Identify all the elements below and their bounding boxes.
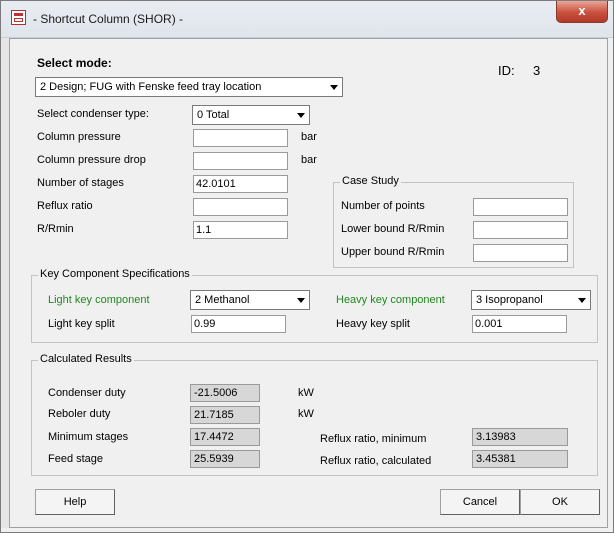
pressure-drop-unit: bar	[301, 154, 317, 166]
select-mode-label: Select mode:	[37, 56, 112, 70]
reflux-calculated-label: Reflux ratio, calculated	[320, 455, 432, 467]
condenser-type-label: Select condenser type:	[37, 108, 149, 120]
cancel-button[interactable]: Cancel	[440, 489, 520, 515]
condenser-duty-label: Condenser duty	[48, 387, 126, 399]
minimum-stages-value: 17.4472	[190, 428, 260, 446]
ok-button[interactable]: OK	[520, 489, 600, 515]
reflux-calculated-value: 3.45381	[472, 450, 568, 468]
chevron-down-icon	[330, 85, 338, 90]
dialog-body: Select mode: ID: 3 2 Design; FUG with Fe…	[9, 38, 608, 528]
window-left-edge	[1, 38, 9, 528]
reboiler-duty-label: Reboler duty	[48, 408, 111, 420]
number-of-points-input[interactable]	[473, 198, 568, 216]
title-bar: - Shortcut Column (SHOR) - x	[1, 1, 613, 38]
app-icon	[11, 10, 26, 25]
column-pressure-label: Column pressure	[37, 131, 121, 143]
upper-bound-input[interactable]	[473, 244, 568, 262]
light-key-label: Light key component	[48, 294, 150, 306]
key-components-title: Key Component Specifications	[38, 268, 192, 280]
condenser-type-value: 0 Total	[197, 109, 230, 121]
number-of-points-label: Number of points	[341, 200, 425, 212]
condenser-type-select[interactable]: 0 Total	[192, 105, 310, 125]
help-button[interactable]: Help	[35, 489, 115, 515]
heavy-key-label: Heavy key component	[336, 294, 445, 306]
reflux-ratio-label: Reflux ratio	[37, 200, 93, 212]
key-components-group: Key Component Specifications Light key c…	[31, 268, 598, 343]
r-rmin-label: R/Rmin	[37, 223, 74, 235]
calculated-results-group: Calculated Results Condenser duty -21.50…	[31, 353, 598, 476]
lower-bound-input[interactable]	[473, 221, 568, 239]
close-button[interactable]: x	[556, 1, 608, 23]
chevron-down-icon	[578, 298, 586, 303]
heavy-key-value: 3 Isopropanol	[476, 294, 543, 306]
id-value: 3	[533, 63, 541, 78]
light-key-split-input[interactable]: 0.99	[191, 315, 286, 333]
reflux-min-value: 3.13983	[472, 428, 568, 446]
case-study-title: Case Study	[340, 175, 401, 187]
reboiler-duty-unit: kW	[298, 408, 314, 420]
id-label: ID:	[498, 63, 515, 78]
light-key-select[interactable]: 2 Methanol	[190, 290, 310, 310]
pressure-drop-input[interactable]	[193, 152, 288, 170]
reflux-min-label: Reflux ratio, minimum	[320, 433, 427, 445]
column-pressure-input[interactable]	[193, 129, 288, 147]
r-rmin-input[interactable]: 1.1	[193, 221, 288, 239]
reboiler-duty-value: 21.7185	[190, 406, 260, 424]
minimum-stages-label: Minimum stages	[48, 431, 129, 443]
heavy-key-split-label: Heavy key split	[336, 318, 410, 330]
number-of-stages-input[interactable]: 42.0101	[193, 175, 288, 193]
reflux-ratio-input[interactable]	[193, 198, 288, 216]
chevron-down-icon	[297, 298, 305, 303]
condenser-duty-value: -21.5006	[190, 384, 260, 402]
pressure-drop-label: Column pressure drop	[37, 154, 146, 166]
feed-stage-label: Feed stage	[48, 453, 104, 465]
shortcut-column-dialog: - Shortcut Column (SHOR) - x Select mode…	[0, 0, 614, 533]
feed-stage-value: 25.5939	[190, 450, 260, 468]
case-study-group: Case Study Number of points Lower bound …	[333, 175, 574, 268]
light-key-split-label: Light key split	[48, 318, 115, 330]
column-pressure-unit: bar	[301, 131, 317, 143]
calculated-results-title: Calculated Results	[38, 353, 134, 365]
light-key-value: 2 Methanol	[195, 294, 250, 306]
chevron-down-icon	[297, 113, 305, 118]
mode-select[interactable]: 2 Design; FUG with Fenske feed tray loca…	[35, 77, 343, 97]
number-of-stages-label: Number of stages	[37, 177, 124, 189]
condenser-duty-unit: kW	[298, 387, 314, 399]
mode-select-value: 2 Design; FUG with Fenske feed tray loca…	[40, 81, 262, 93]
window-title: - Shortcut Column (SHOR) -	[33, 12, 184, 26]
upper-bound-label: Upper bound R/Rmin	[341, 246, 445, 258]
heavy-key-split-input[interactable]: 0.001	[472, 315, 567, 333]
lower-bound-label: Lower bound R/Rmin	[341, 223, 445, 235]
heavy-key-select[interactable]: 3 Isopropanol	[471, 290, 591, 310]
